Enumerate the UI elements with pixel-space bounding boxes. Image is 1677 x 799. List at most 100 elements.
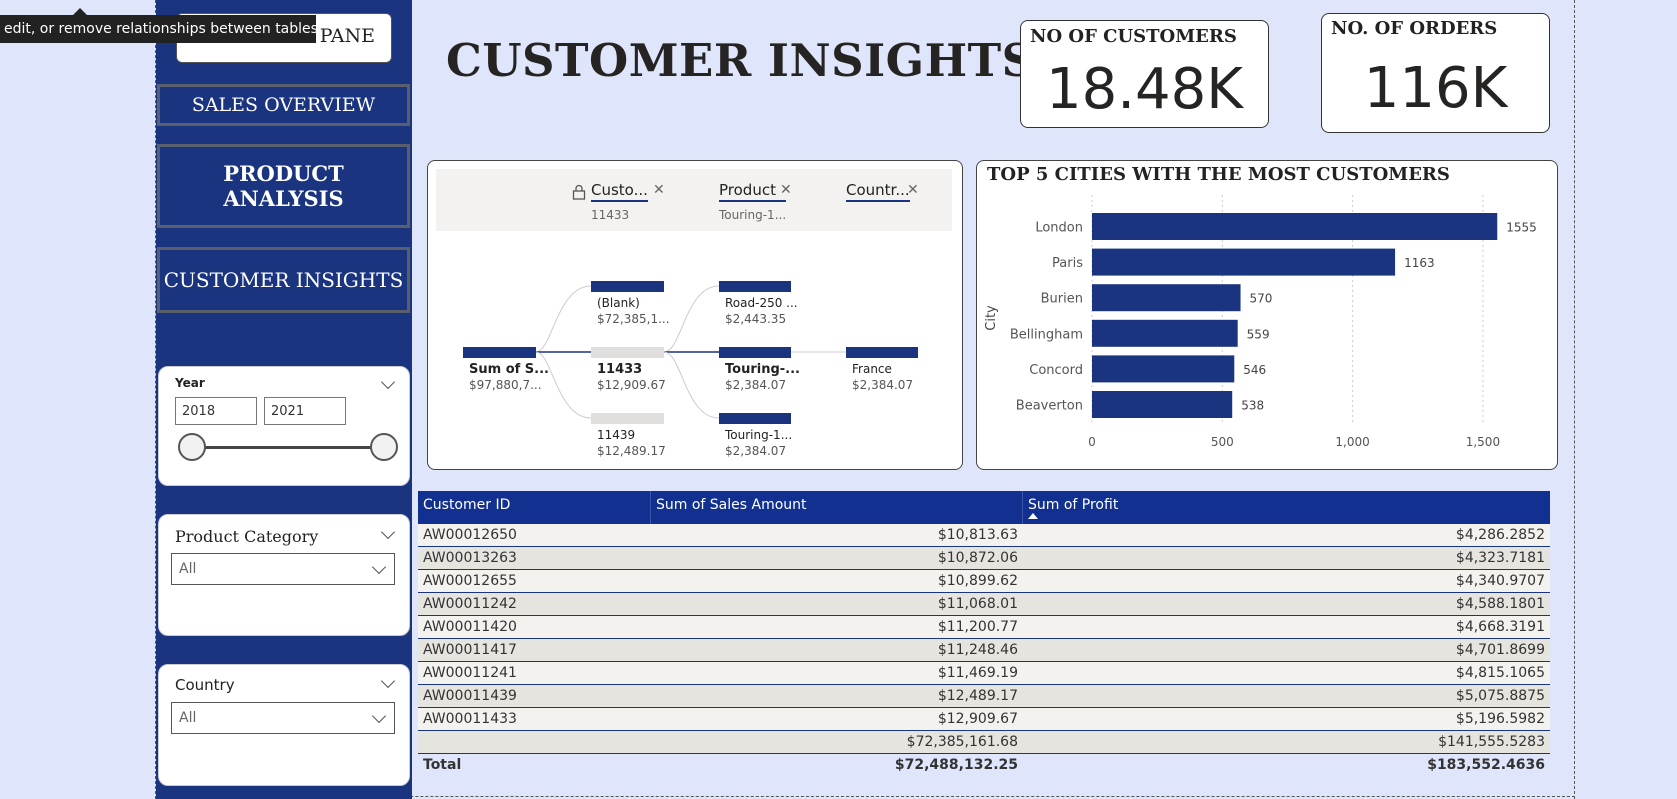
country-dropdown[interactable]: All bbox=[171, 702, 395, 734]
chart-title: TOP 5 CITIES WITH THE MOST CUSTOMERS bbox=[987, 164, 1450, 185]
dt-node-label: France bbox=[852, 362, 892, 376]
table-row[interactable]: AW00011420 $11,200.77 $4,668.3191 bbox=[418, 616, 1550, 639]
year-slider-track[interactable] bbox=[193, 446, 383, 449]
table-row[interactable]: AW00011439 $12,489.17 $5,075.8875 bbox=[418, 685, 1550, 708]
product-category-dropdown[interactable]: All bbox=[171, 553, 395, 585]
bar[interactable] bbox=[1092, 248, 1396, 276]
dt-node-label: Sum of S... bbox=[469, 362, 549, 377]
nav-product-analysis-button[interactable]: PRODUCT ANALYSIS bbox=[157, 144, 410, 228]
table-row[interactable]: AW00013263 $10,872.06 $4,323.7181 bbox=[418, 547, 1550, 570]
chevron-down-icon[interactable] bbox=[380, 524, 396, 540]
orders-card: NO. OF ORDERS 116K bbox=[1321, 13, 1550, 133]
country-slicer: Country All bbox=[158, 664, 410, 786]
dt-node-bar[interactable] bbox=[463, 347, 536, 358]
year-from-input[interactable]: 2018 bbox=[175, 397, 257, 425]
table-header: Customer ID Sum of Sales Amount Sum of P… bbox=[418, 491, 1550, 524]
dt-node-label: (Blank) bbox=[597, 296, 640, 310]
cell-profit: $5,075.8875 bbox=[1455, 688, 1545, 704]
year-slicer-title: Year bbox=[175, 376, 205, 390]
dt-node-value: $2,384.07 bbox=[725, 444, 787, 458]
table-row[interactable]: AW00012650 $10,813.63 $4,286.2852 bbox=[418, 524, 1550, 547]
bar[interactable] bbox=[1092, 284, 1241, 312]
cell-profit: $5,196.5982 bbox=[1455, 711, 1545, 727]
cell-sales-amount: $11,200.77 bbox=[937, 619, 1018, 635]
dt-node-value: $97,880,7... bbox=[469, 378, 542, 392]
chevron-down-icon[interactable] bbox=[380, 374, 396, 390]
dt-node-bar[interactable] bbox=[591, 281, 664, 292]
bar-data-label: 1555 bbox=[1506, 221, 1537, 235]
nav-customer-insights-button[interactable]: CUSTOMER INSIGHTS bbox=[157, 247, 410, 313]
bar[interactable] bbox=[1092, 213, 1498, 240]
x-tick-label: 1,000 bbox=[1335, 435, 1369, 449]
dt-node-bar[interactable] bbox=[719, 413, 791, 424]
sort-ascending-icon[interactable] bbox=[1028, 513, 1038, 519]
nav-sales-overview-button[interactable]: SALES OVERVIEW bbox=[157, 84, 410, 126]
orders-card-value: 116K bbox=[1363, 56, 1508, 121]
table-row[interactable]: AW00011417 $11,248.46 $4,701.8699 bbox=[418, 639, 1550, 662]
dt-node-bar[interactable] bbox=[591, 347, 664, 358]
chevron-down-icon bbox=[371, 708, 387, 724]
x-tick-label: 1,500 bbox=[1466, 435, 1500, 449]
table-row[interactable]: AW00011242 $11,068.01 $4,588.1801 bbox=[418, 593, 1550, 616]
table-row[interactable]: $72,385,161.68 $141,555.5283 bbox=[418, 731, 1550, 754]
dt-node-value: $2,443.35 bbox=[725, 312, 787, 326]
bar[interactable] bbox=[1092, 355, 1235, 383]
bar-data-label: 546 bbox=[1243, 363, 1266, 377]
column-header-customer-id[interactable]: Customer ID bbox=[423, 497, 510, 513]
dt-column-sub: 11433 bbox=[591, 208, 630, 222]
dt-column-customer[interactable]: Custo... 11433 bbox=[591, 181, 648, 222]
cell-sales-amount: $10,872.06 bbox=[937, 550, 1018, 566]
cell-sales-amount: $10,813.63 bbox=[937, 527, 1018, 543]
chevron-down-icon[interactable] bbox=[380, 673, 396, 689]
year-slider-end-handle[interactable] bbox=[370, 433, 398, 461]
dt-column-country[interactable]: Countr... bbox=[846, 181, 910, 202]
dt-node-bar[interactable] bbox=[846, 347, 918, 358]
cell-sales-amount: $11,248.46 bbox=[937, 642, 1018, 658]
tooltip: edit, or remove relationships between ta… bbox=[0, 15, 316, 43]
close-icon[interactable]: ✕ bbox=[780, 182, 792, 198]
cell-customer-id: AW00011439 bbox=[423, 688, 517, 704]
year-slider-start-handle[interactable] bbox=[178, 433, 206, 461]
close-icon[interactable]: ✕ bbox=[907, 182, 919, 198]
cell-profit: $4,815.1065 bbox=[1455, 665, 1545, 681]
year-slicer: Year 2018 2021 bbox=[158, 366, 410, 486]
cell-sales-amount: $72,385,161.68 bbox=[906, 734, 1018, 750]
dt-node-bar[interactable] bbox=[591, 413, 664, 424]
decomposition-tree-connectors bbox=[535, 285, 846, 419]
city-label: Concord bbox=[1029, 363, 1083, 378]
cell-customer-id: AW00011433 bbox=[423, 711, 517, 727]
bar[interactable] bbox=[1092, 319, 1238, 347]
customers-card-label: NO OF CUSTOMERS bbox=[1030, 26, 1237, 47]
close-icon[interactable]: ✕ bbox=[653, 182, 665, 198]
dt-node-bar[interactable] bbox=[719, 347, 791, 358]
dt-column-label: Product bbox=[719, 181, 787, 202]
table-row[interactable]: AW00011433 $12,909.67 $5,196.5982 bbox=[418, 708, 1550, 731]
year-to-input[interactable]: 2021 bbox=[264, 397, 346, 425]
top-cities-bar-chart: City 0 500 1,000 1,500 London 1555 Paris 1163 Bu… bbox=[984, 195, 1537, 449]
column-header-profit[interactable]: Sum of Profit bbox=[1028, 497, 1118, 513]
total-profit: $183,552.4636 bbox=[1427, 757, 1545, 773]
dt-column-product[interactable]: Product Touring-1... bbox=[719, 181, 787, 222]
cell-customer-id: AW00011242 bbox=[423, 596, 517, 612]
column-header-sales-amount[interactable]: Sum of Sales Amount bbox=[656, 497, 807, 513]
bar-data-label: 1163 bbox=[1404, 256, 1435, 270]
country-value: All bbox=[179, 710, 197, 726]
cell-customer-id: AW00011417 bbox=[423, 642, 517, 658]
page-title: CUSTOMER INSIGHTS bbox=[446, 34, 1035, 87]
product-category-value: All bbox=[179, 561, 197, 577]
city-label: Bellingham bbox=[1010, 327, 1083, 342]
cell-sales-amount: $12,909.67 bbox=[937, 711, 1018, 727]
table-total-row: Total $72,488,132.25 $183,552.4636 bbox=[418, 754, 1550, 776]
dt-node-value: $12,909.67 bbox=[597, 378, 666, 392]
product-category-title: Product Category bbox=[175, 527, 319, 546]
total-label: Total bbox=[423, 757, 462, 773]
cell-profit: $141,555.5283 bbox=[1438, 734, 1545, 750]
cell-sales-amount: $11,068.01 bbox=[937, 596, 1018, 612]
table-row[interactable]: AW00012655 $10,899.62 $4,340.9707 bbox=[418, 570, 1550, 593]
dt-node-bar[interactable] bbox=[719, 281, 791, 292]
cell-sales-amount: $11,469.19 bbox=[937, 665, 1018, 681]
cell-profit: $4,323.7181 bbox=[1455, 550, 1545, 566]
cell-customer-id: AW00011420 bbox=[423, 619, 517, 635]
bar[interactable] bbox=[1092, 391, 1233, 418]
table-row[interactable]: AW00011241 $11,469.19 $4,815.1065 bbox=[418, 662, 1550, 685]
